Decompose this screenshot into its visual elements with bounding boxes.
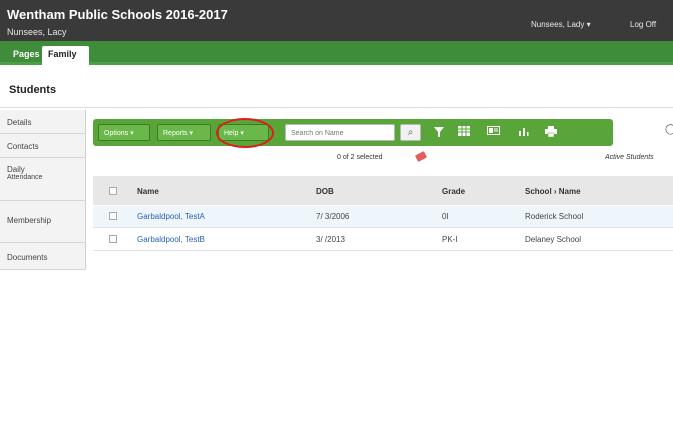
search-box (285, 124, 395, 141)
current-user-name: Nunsees, Lacy (7, 27, 67, 37)
school-title: Wentham Public Schools 2016-2017 (7, 7, 228, 22)
search-button[interactable]: ⌕ (400, 124, 421, 141)
sidebar-item-contacts[interactable]: Contacts (0, 134, 86, 158)
student-dob: 3/ /2013 (316, 235, 345, 244)
title-divider (0, 107, 673, 108)
student-name-link[interactable]: Garbaldpool, TestB (137, 235, 205, 244)
student-name-link[interactable]: Garbaldpool, TestA (137, 212, 205, 221)
sidebar-item-daily-attendance[interactable]: Daily Attendance (0, 158, 86, 201)
student-school: Roderick School (525, 212, 584, 221)
table-header: Name DOB Grade School › Name (93, 176, 673, 205)
app-header: Wentham Public Schools 2016-2017 Nunsees… (0, 0, 673, 41)
row-checkbox[interactable] (109, 212, 117, 220)
column-options-icon[interactable]: ◯ (665, 124, 673, 135)
search-input[interactable] (291, 127, 391, 139)
toolbar: Options ▾ Reports ▾ Help ▾ ⌕ (93, 119, 613, 146)
logoff-link[interactable]: Log Off (630, 20, 656, 29)
filter-label[interactable]: Active Students (605, 154, 654, 161)
sidebar-item-label: Documents (7, 253, 48, 262)
tab-pages[interactable]: Pages (7, 46, 40, 65)
column-header-grade[interactable]: Grade (442, 187, 465, 196)
sidebar-item-label: Details (7, 118, 32, 127)
reports-button[interactable]: Reports ▾ (157, 124, 211, 141)
magnifier-icon: ⌕ (407, 127, 414, 138)
column-header-name[interactable]: Name (137, 187, 159, 196)
sidebar-item-documents[interactable]: Documents (0, 243, 86, 270)
card-icon[interactable] (486, 126, 500, 138)
sidebar-item-details[interactable]: Details (0, 110, 86, 134)
help-highlight-circle (216, 118, 274, 148)
table-row[interactable]: Garbaldpool, TestB 3/ /2013 PK-I Delaney… (93, 229, 673, 251)
print-icon[interactable] (544, 126, 558, 138)
sidebar-item-label: Daily (7, 165, 25, 174)
student-grade: PK-I (442, 235, 458, 244)
select-all-checkbox[interactable] (109, 187, 117, 195)
user-menu[interactable]: Nunsees, Lady ▾ (531, 20, 591, 29)
grid-icon[interactable] (457, 126, 471, 138)
student-grade: 0I (442, 212, 449, 221)
options-button[interactable]: Options ▾ (98, 124, 150, 141)
table-row[interactable]: Garbaldpool, TestA 7/ 3/2006 0I Roderick… (93, 206, 673, 228)
eraser-icon[interactable] (414, 151, 428, 162)
sidebar-item-label: Contacts (7, 142, 39, 151)
sidebar-item-sublabel: Attendance (7, 174, 43, 181)
sidebar-item-label: Membership (7, 216, 52, 225)
student-school: Delaney School (525, 235, 582, 244)
tab-family[interactable]: Family (42, 46, 89, 65)
selected-count: 0 of 2 selected (337, 154, 383, 161)
side-navigation: Details Contacts Daily Attendance Member… (0, 110, 86, 270)
filter-icon[interactable] (432, 126, 446, 138)
row-checkbox[interactable] (109, 235, 117, 243)
page-title: Students (9, 84, 57, 96)
bar-chart-icon[interactable] (516, 126, 530, 138)
tab-bar: Pages Family (0, 41, 673, 65)
sidebar-item-membership[interactable]: Membership (0, 201, 86, 243)
student-dob: 7/ 3/2006 (316, 212, 350, 221)
column-header-dob[interactable]: DOB (316, 187, 334, 196)
column-header-school[interactable]: School › Name (525, 187, 581, 196)
